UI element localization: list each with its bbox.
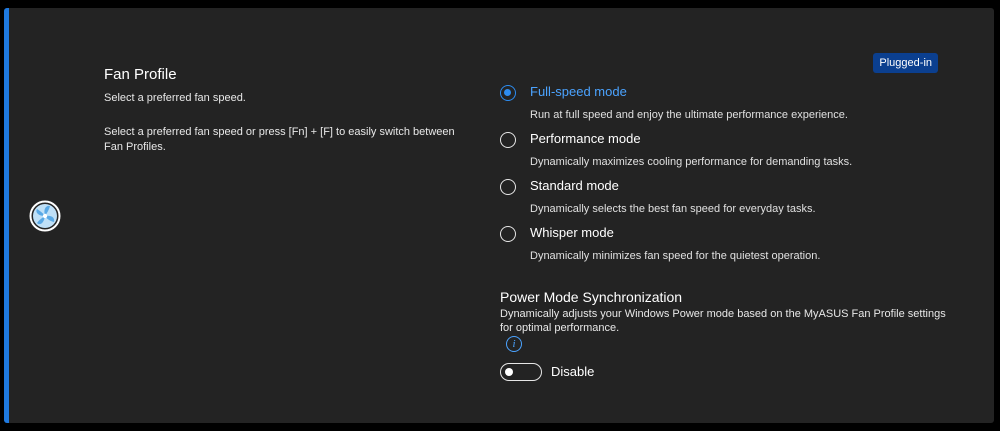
toggle-knob (505, 368, 513, 376)
option-standard[interactable]: Standard mode Dynamically selects the be… (500, 178, 960, 219)
option-label: Whisper mode (530, 225, 614, 240)
status-badge: Plugged-in (873, 53, 938, 73)
power-sync-description: Dynamically adjusts your Windows Power m… (500, 308, 946, 334)
power-sync-title: Power Mode Synchronization (500, 289, 683, 305)
power-sync-toggle[interactable] (500, 363, 542, 381)
fan-profile-card: Fan Profile Select a preferred fan speed… (4, 8, 994, 423)
option-label: Standard mode (530, 178, 619, 193)
option-label: Performance mode (530, 131, 641, 146)
option-performance[interactable]: Performance mode Dynamically maximizes c… (500, 131, 960, 172)
radio-standard[interactable] (500, 179, 516, 195)
fan-icon (29, 200, 61, 232)
radio-whisper[interactable] (500, 226, 516, 242)
subtitle-text: Select a preferred fan speed. (104, 92, 246, 104)
option-description: Dynamically selects the best fan speed f… (530, 203, 816, 215)
option-description: Run at full speed and enjoy the ultimate… (530, 109, 848, 121)
option-label: Full-speed mode (530, 84, 627, 99)
option-full-speed[interactable]: Full-speed mode Run at full speed and en… (500, 84, 960, 125)
option-whisper[interactable]: Whisper mode Dynamically minimizes fan s… (500, 225, 960, 266)
page-title: Fan Profile (104, 66, 177, 83)
info-icon[interactable]: i (506, 336, 522, 352)
radio-full-speed[interactable] (500, 85, 516, 101)
accent-bar (4, 8, 9, 423)
radio-performance[interactable] (500, 132, 516, 148)
toggle-label: Disable (551, 364, 595, 379)
hint-text: Select a preferred fan speed or press [F… (104, 126, 455, 153)
option-description: Dynamically minimizes fan speed for the … (530, 250, 821, 262)
option-description: Dynamically maximizes cooling performanc… (530, 156, 853, 168)
